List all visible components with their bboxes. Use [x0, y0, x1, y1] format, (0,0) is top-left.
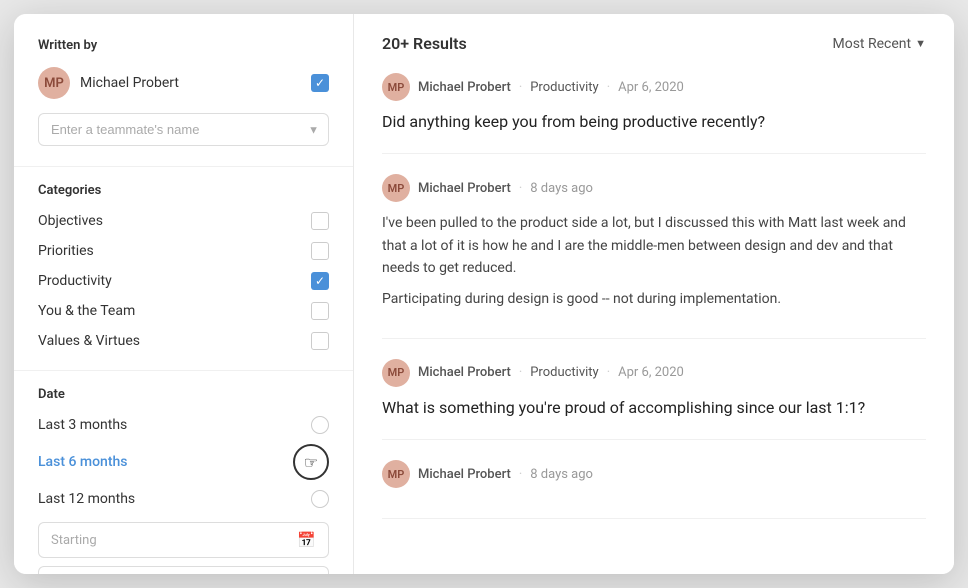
results-count: 20+ Results [382, 34, 467, 53]
result-meta-4: MP Michael Probert · 8 days ago [382, 460, 926, 488]
divider-2 [14, 370, 353, 371]
result-avatar-1: MP [382, 73, 410, 101]
date-label-6months: Last 6 months [38, 454, 127, 470]
divider-1 [14, 166, 353, 167]
result-author-1: Michael Probert [418, 80, 511, 95]
date-radio-6months[interactable]: ☞ [293, 444, 329, 480]
sort-select[interactable]: Most Recent ▼ [833, 36, 927, 52]
date-label: Date [38, 387, 329, 402]
teammate-input-wrap: ▼ [38, 113, 329, 146]
result-meta-1: MP Michael Probert · Productivity · Apr … [382, 73, 926, 101]
category-checkbox-productivity[interactable]: ✓ [311, 272, 329, 290]
date-radio-3months[interactable] [311, 416, 329, 434]
result-card-1: MP Michael Probert · Productivity · Apr … [382, 73, 926, 154]
result-card-3: MP Michael Probert · Productivity · Apr … [382, 359, 926, 440]
date-radio-12months[interactable] [311, 490, 329, 508]
date-label-12months: Last 12 months [38, 491, 135, 507]
category-item-priorities: Priorities [38, 242, 329, 260]
teammate-dropdown-icon: ▼ [308, 123, 319, 136]
category-label-priorities: Priorities [38, 243, 94, 259]
result-timeago-4: 8 days ago [530, 467, 593, 482]
category-checkbox-values[interactable] [311, 332, 329, 350]
date-inputs: Starting 📅 Ending 📅 [38, 522, 329, 574]
result-avatar-2: MP [382, 174, 410, 202]
starting-date-text: Starting [51, 533, 297, 548]
result-response-2: I've been pulled to the product side a l… [382, 212, 926, 310]
right-panel: 20+ Results Most Recent ▼ MP Michael Pro… [354, 14, 954, 574]
result-avatar-3: MP [382, 359, 410, 387]
cursor-pointer-icon: ☞ [304, 453, 318, 472]
result-date-1: Apr 6, 2020 [618, 80, 684, 95]
sort-label: Most Recent [833, 36, 912, 52]
category-label-you-team: You & the Team [38, 303, 135, 319]
teammate-input[interactable] [38, 113, 329, 146]
results-header: 20+ Results Most Recent ▼ [382, 34, 926, 53]
result-question-3: What is something you're proud of accomp… [382, 397, 926, 419]
categories-label: Categories [38, 183, 329, 198]
category-label-values: Values & Virtues [38, 333, 140, 349]
date-option-12months: Last 12 months [38, 490, 329, 508]
left-panel: Written by MP Michael Probert ✓ ▼ Catego… [14, 14, 354, 574]
ending-date-wrap[interactable]: Ending 📅 [38, 566, 329, 574]
result-tag-1: Productivity [530, 80, 598, 95]
category-label-productivity: Productivity [38, 273, 112, 289]
author-avatar: MP [38, 67, 70, 99]
date-label-3months: Last 3 months [38, 417, 127, 433]
date-options: Last 3 months Last 6 months ☞ Last 12 mo… [38, 416, 329, 508]
result-card-4: MP Michael Probert · 8 days ago [382, 460, 926, 519]
category-label-objectives: Objectives [38, 213, 103, 229]
result-meta-3: MP Michael Probert · Productivity · Apr … [382, 359, 926, 387]
date-section: Date Last 3 months Last 6 months ☞ Last … [38, 387, 329, 574]
result-question-1: Did anything keep you from being product… [382, 111, 926, 133]
author-row: MP Michael Probert ✓ [38, 67, 329, 99]
result-response-text-2a: I've been pulled to the product side a l… [382, 212, 926, 279]
result-avatar-4: MP [382, 460, 410, 488]
result-author-3: Michael Probert [418, 365, 511, 380]
starting-date-wrap[interactable]: Starting 📅 [38, 522, 329, 558]
result-date-3: Apr 6, 2020 [618, 365, 684, 380]
date-option-3months: Last 3 months [38, 416, 329, 434]
result-meta-2: MP Michael Probert · 8 days ago [382, 174, 926, 202]
author-checkbox[interactable]: ✓ [311, 74, 329, 92]
category-item-productivity: Productivity ✓ [38, 272, 329, 290]
category-item-you-team: You & the Team [38, 302, 329, 320]
category-checkbox-priorities[interactable] [311, 242, 329, 260]
written-by-label: Written by [38, 38, 329, 53]
result-response-text-2b: Participating during design is good -- n… [382, 288, 926, 310]
category-list: Objectives Priorities Productivity ✓ You… [38, 212, 329, 350]
category-item-values: Values & Virtues [38, 332, 329, 350]
author-name: Michael Probert [80, 75, 301, 91]
sort-chevron-icon: ▼ [915, 37, 926, 50]
category-checkbox-you-team[interactable] [311, 302, 329, 320]
result-author-2: Michael Probert [418, 181, 511, 196]
result-author-4: Michael Probert [418, 467, 511, 482]
category-checkbox-objectives[interactable] [311, 212, 329, 230]
date-option-6months: Last 6 months ☞ [38, 444, 329, 480]
result-card-2: MP Michael Probert · 8 days ago I've bee… [382, 174, 926, 339]
result-tag-3: Productivity [530, 365, 598, 380]
category-item-objectives: Objectives [38, 212, 329, 230]
calendar-icon-start: 📅 [297, 531, 316, 549]
result-timeago-2: 8 days ago [530, 181, 593, 196]
